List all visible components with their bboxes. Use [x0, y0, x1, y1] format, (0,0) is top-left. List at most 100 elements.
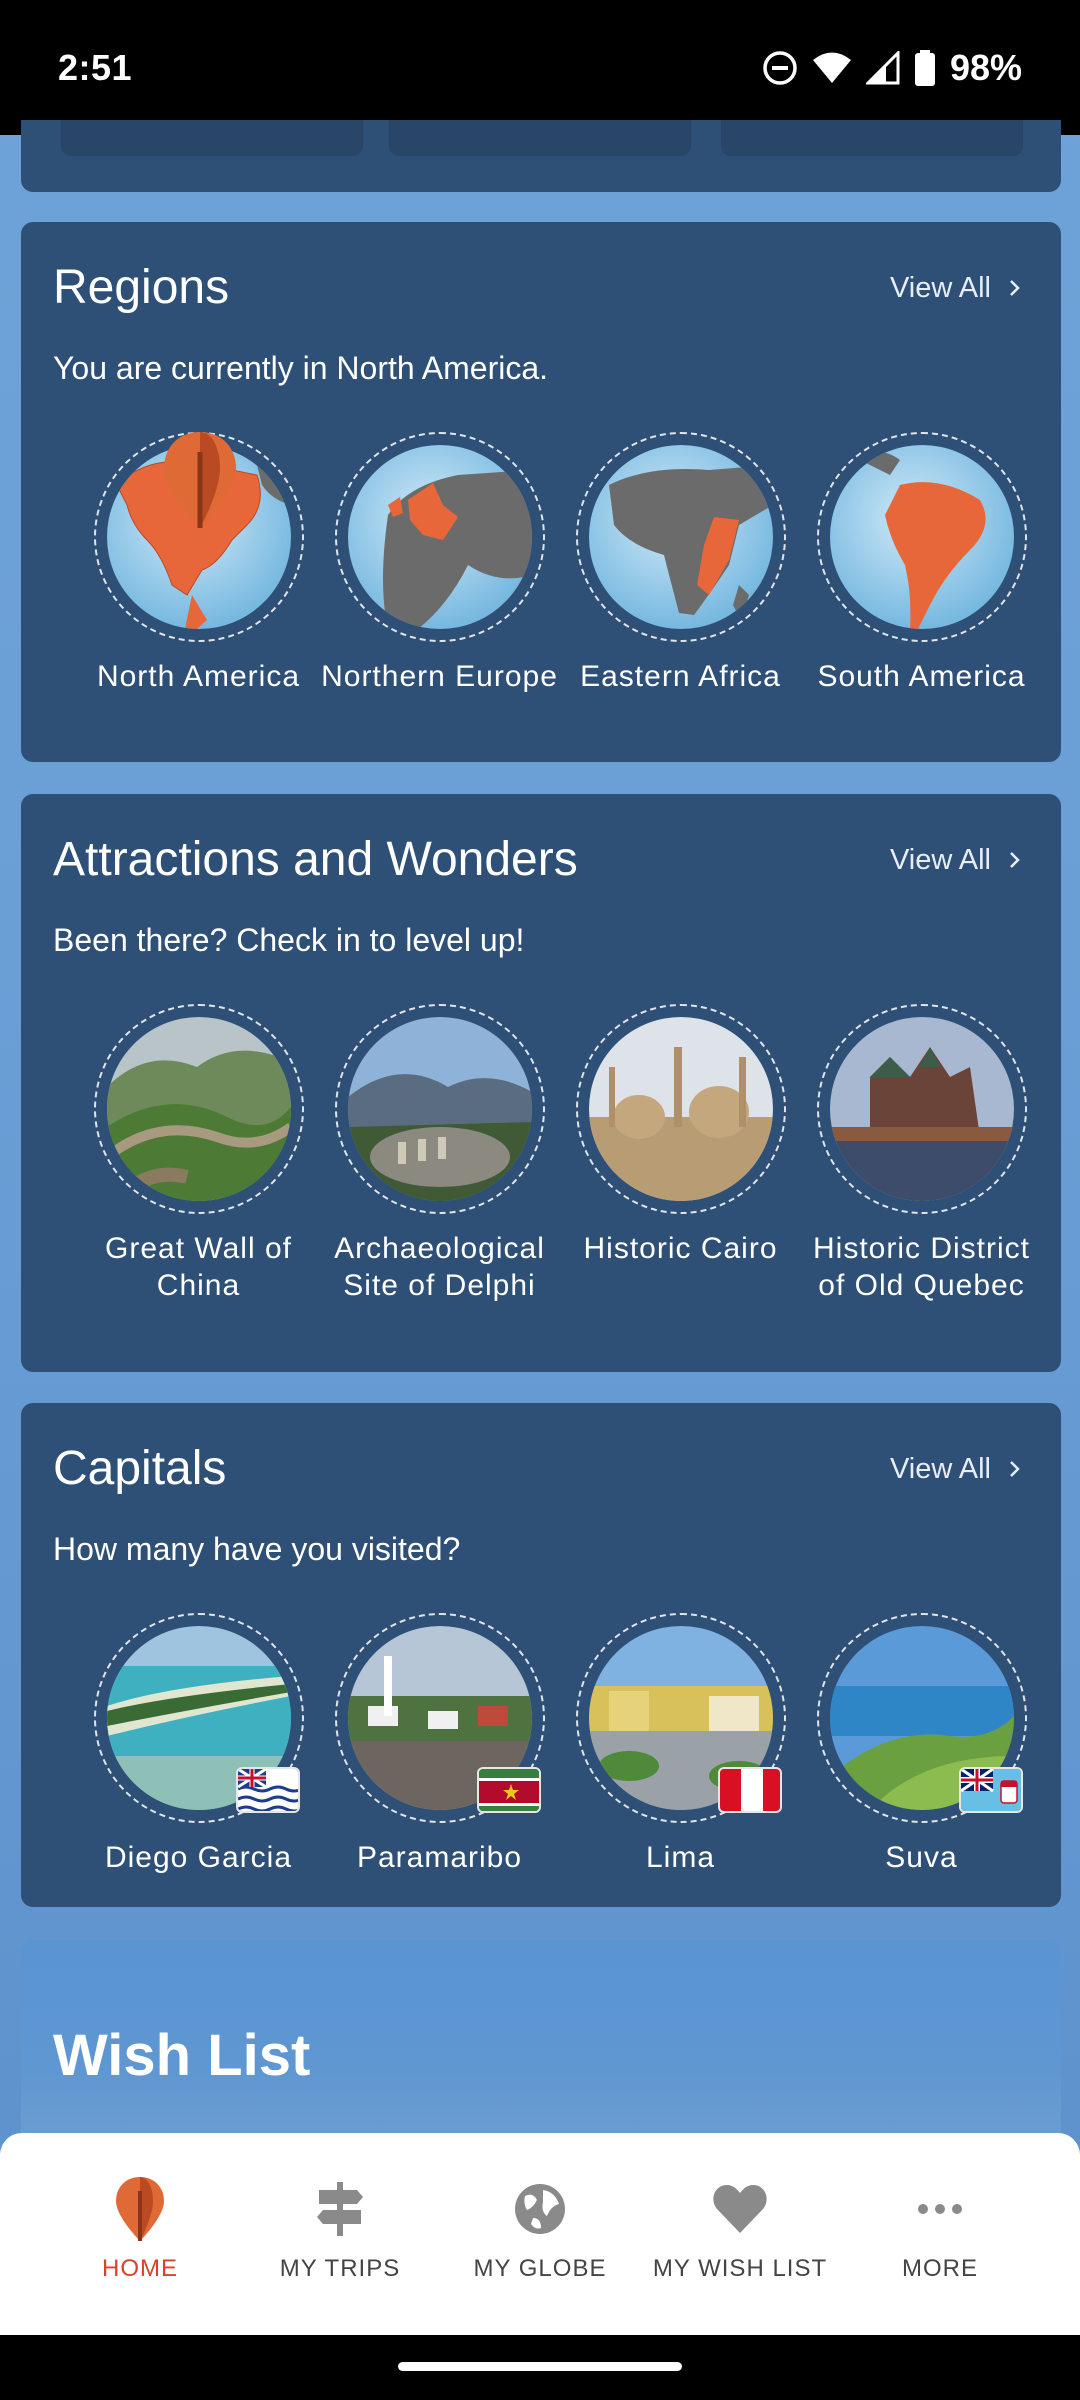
flag-peru-icon	[717, 1767, 782, 1813]
capital-item-suva[interactable]: Suva	[801, 1613, 1042, 1876]
home-gesture-handle[interactable]	[398, 2362, 682, 2371]
region-ring	[575, 432, 786, 642]
do-not-disturb-icon	[762, 50, 798, 86]
capital-label: Lima	[645, 1841, 716, 1874]
view-all-label: View All	[889, 844, 991, 876]
map-pin-icon	[160, 432, 240, 533]
battery-icon	[914, 49, 936, 86]
heart-icon	[708, 2177, 772, 2241]
attraction-ring	[816, 1004, 1027, 1214]
flag-suriname-icon	[476, 1767, 541, 1813]
status-time: 2:51	[58, 46, 133, 88]
capitals-view-all-link[interactable]: View All	[890, 1453, 1021, 1486]
attraction-item-historic-cairo[interactable]: Historic Cairo	[560, 1004, 801, 1304]
status-icons: 98%	[762, 47, 1022, 89]
nav-item-my-wish-list[interactable]: MY WISH LIST	[645, 2177, 835, 2283]
great-wall-photo	[106, 1017, 291, 1201]
flag-fiji-icon	[958, 1767, 1023, 1813]
region-item-eastern-africa[interactable]: Eastern Africa	[560, 432, 801, 695]
region-ring	[93, 432, 304, 642]
nav-item-more[interactable]: MORE	[845, 2177, 1035, 2283]
wifi-icon	[812, 51, 852, 85]
attractions-title: Attractions and Wonders	[53, 833, 578, 886]
signpost-icon	[308, 2177, 372, 2241]
region-label: North America	[96, 660, 301, 693]
globe-northern-europe-icon	[347, 445, 532, 629]
chevron-right-icon	[1009, 844, 1021, 877]
capital-ring	[334, 1613, 545, 1823]
regions-subtitle: You are currently in North America.	[53, 350, 549, 386]
regions-title: Regions	[53, 261, 230, 314]
nav-label: MORE	[902, 2255, 978, 2282]
attraction-label: Historic District of Old Quebec	[813, 1232, 1030, 1302]
system-gesture-bar	[0, 2335, 1080, 2400]
delphi-photo	[347, 1017, 532, 1201]
attraction-item-great-wall[interactable]: Great Wall of China	[78, 1004, 319, 1304]
region-item-south-america[interactable]: South America	[801, 432, 1042, 695]
stub-tile	[721, 120, 1023, 156]
attractions-subtitle: Been there? Check in to level up!	[53, 922, 525, 958]
flag-british-indian-ocean-territory-icon	[235, 1767, 300, 1813]
capitals-list: Diego Garcia Paramaribo Lima Suva	[21, 1613, 1061, 1876]
region-item-north-america[interactable]: North America	[78, 432, 319, 695]
capital-ring	[816, 1613, 1027, 1823]
attraction-ring	[334, 1004, 545, 1214]
capitals-card: Capitals View All How many have you visi…	[21, 1403, 1061, 1907]
status-bar: 2:51 98%	[0, 0, 1080, 135]
previous-section-card	[21, 120, 1061, 192]
map-pin-icon	[108, 2177, 172, 2241]
regions-list: North America Northern Europe Eastern Af…	[21, 432, 1061, 695]
globe-icon	[508, 2177, 572, 2241]
attraction-item-delphi[interactable]: Archaeological Site of Delphi	[319, 1004, 560, 1304]
wishlist-title: Wish List	[53, 2023, 311, 2088]
region-label: Northern Europe	[321, 660, 558, 693]
attractions-view-all-link[interactable]: View All	[890, 844, 1021, 877]
attractions-list: Great Wall of China Archaeological Site	[21, 1004, 1061, 1304]
capital-label: Diego Garcia	[104, 1841, 293, 1874]
chevron-right-icon	[1009, 272, 1021, 305]
attraction-label: Historic Cairo	[583, 1232, 778, 1265]
globe-eastern-africa-icon	[588, 445, 773, 629]
region-ring	[816, 432, 1027, 642]
wishlist-card[interactable]: Wish List	[21, 1940, 1061, 2160]
region-ring	[334, 432, 545, 642]
nav-label: MY WISH LIST	[652, 2255, 828, 2282]
battery-percent: 98%	[949, 46, 1022, 88]
cell-signal-icon	[865, 50, 900, 85]
capital-item-diego-garcia[interactable]: Diego Garcia	[78, 1613, 319, 1876]
capital-ring	[93, 1613, 304, 1823]
attractions-card: Attractions and Wonders View All Been th…	[21, 794, 1061, 1372]
bottom-navigation: HOME MY TRIPS MY GLOBE MY WISH LIST MORE	[0, 2133, 1080, 2335]
region-label: South America	[817, 660, 1026, 693]
regions-view-all-link[interactable]: View All	[890, 272, 1021, 305]
attraction-ring	[575, 1004, 786, 1214]
view-all-label: View All	[889, 272, 991, 304]
attraction-ring	[93, 1004, 304, 1214]
capital-item-paramaribo[interactable]: Paramaribo	[319, 1613, 560, 1876]
capitals-title: Capitals	[53, 1442, 227, 1495]
historic-cairo-photo	[588, 1017, 773, 1201]
region-item-northern-europe[interactable]: Northern Europe	[319, 432, 560, 695]
globe-south-america-icon	[829, 445, 1014, 629]
stub-tile	[61, 120, 363, 156]
capital-label: Paramaribo	[356, 1841, 523, 1874]
nav-label: MY GLOBE	[473, 2255, 607, 2282]
nav-item-my-trips[interactable]: MY TRIPS	[245, 2177, 435, 2283]
nav-label: HOME	[102, 2255, 178, 2282]
attraction-label: Archaeological Site of Delphi	[334, 1232, 545, 1302]
attraction-item-old-quebec[interactable]: Historic District of Old Quebec	[801, 1004, 1042, 1304]
capital-label: Suva	[885, 1841, 958, 1874]
regions-card: Regions View All You are currently in No…	[21, 222, 1061, 762]
nav-item-my-globe[interactable]: MY GLOBE	[445, 2177, 635, 2283]
nav-item-home[interactable]: HOME	[45, 2177, 235, 2283]
old-quebec-photo	[829, 1017, 1014, 1201]
attraction-label: Great Wall of China	[105, 1232, 292, 1302]
nav-label: MY TRIPS	[279, 2255, 401, 2282]
chevron-right-icon	[1009, 1453, 1021, 1486]
capital-ring	[575, 1613, 786, 1823]
capital-item-lima[interactable]: Lima	[560, 1613, 801, 1876]
more-dots-icon	[908, 2177, 972, 2241]
capitals-subtitle: How many have you visited?	[53, 1531, 461, 1567]
region-label: Eastern Africa	[580, 660, 781, 693]
view-all-label: View All	[889, 1453, 991, 1485]
